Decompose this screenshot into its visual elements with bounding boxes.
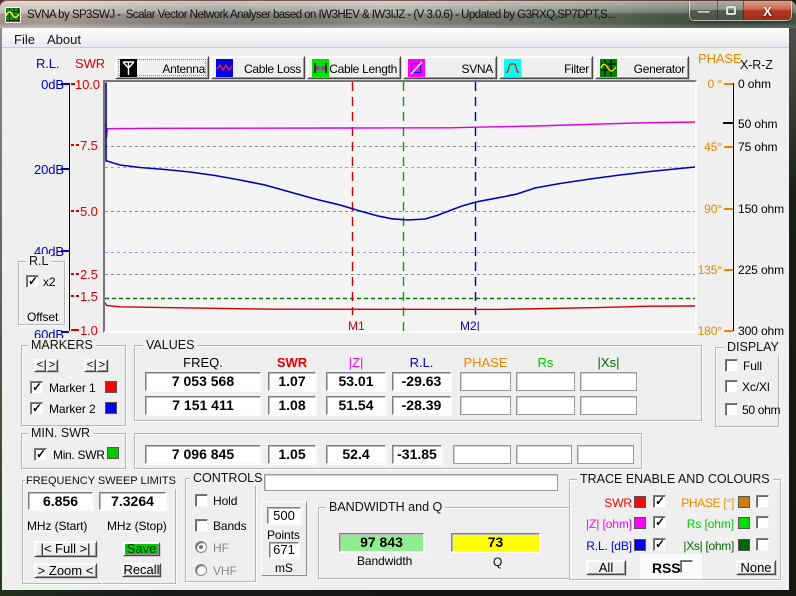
svg-text:M2|: M2| <box>460 319 480 331</box>
svg-text:M1: M1 <box>348 319 365 331</box>
